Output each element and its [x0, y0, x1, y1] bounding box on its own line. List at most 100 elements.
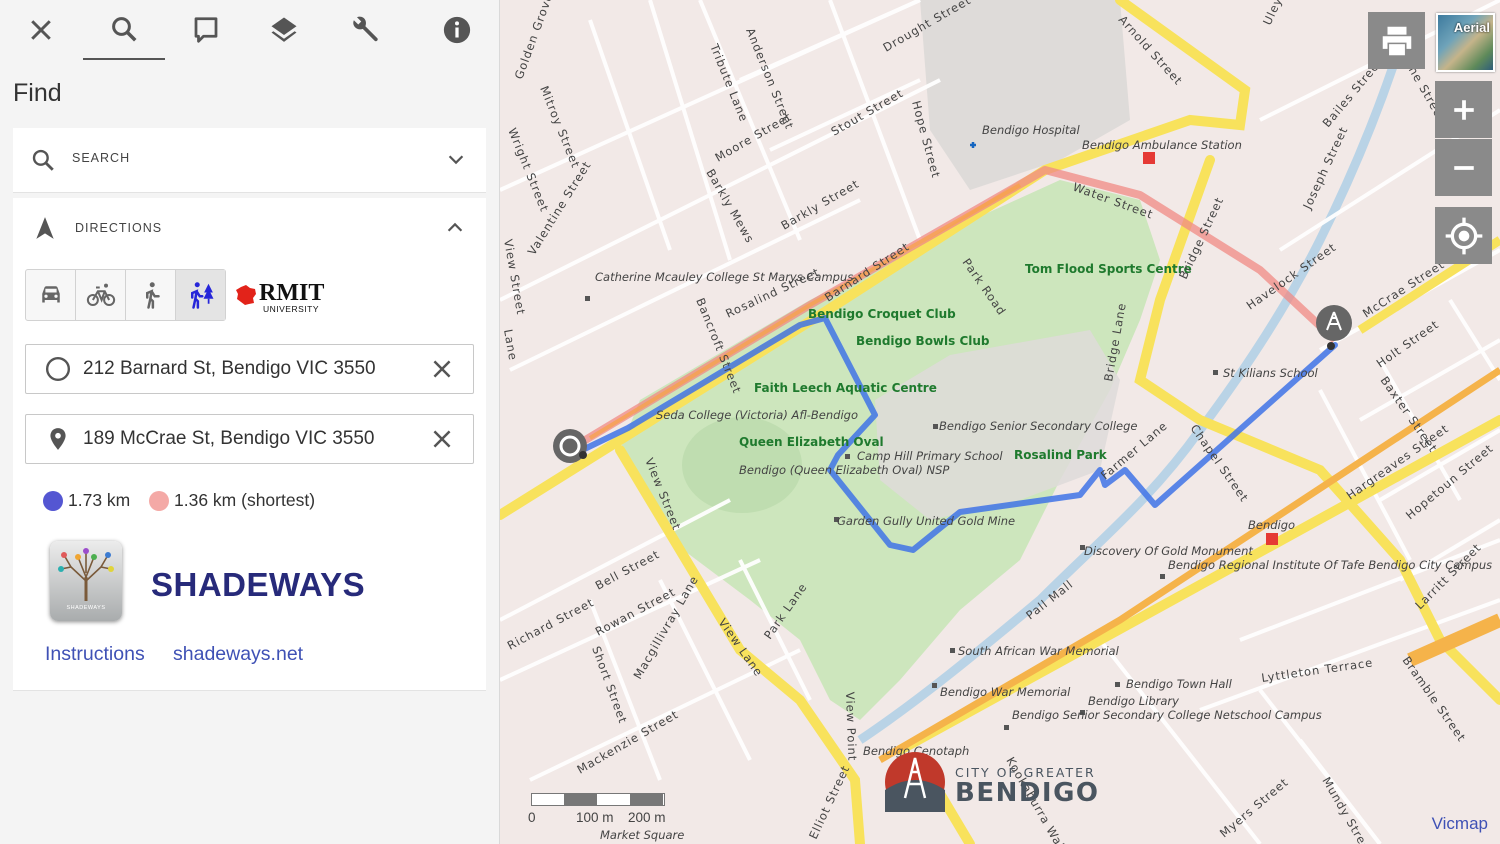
street-label: View Point — [843, 692, 859, 762]
street-label: Uley Street — [1260, 0, 1304, 27]
place-label: South African War Memorial — [958, 644, 1120, 658]
shadeways-logo-icon: SHADEWAYS — [50, 541, 122, 621]
place-label: Faith Leech Aquatic Centre — [754, 381, 937, 395]
scale-label-200: 200 m — [628, 810, 666, 825]
place-label: Discovery Of Gold Monument — [1084, 544, 1253, 558]
wrench-icon — [353, 16, 378, 42]
chevron-down-icon[interactable] — [445, 148, 467, 170]
comment-icon — [194, 17, 218, 43]
rmit-logo-name: RMIT — [259, 280, 325, 306]
side-panel: Find SEARCH DIRECTIONS RMIT UNIVERSITY 2… — [0, 0, 500, 844]
travel-mode-selector — [25, 269, 226, 321]
panel-toolbar — [0, 0, 499, 60]
street-label: Holt Street — [1374, 317, 1442, 370]
place-label: Bendigo Senior Secondary College — [939, 419, 1137, 433]
scale-label-100: 100 m — [576, 810, 614, 825]
origin-input[interactable]: 212 Barnard St, Bendigo VIC 3550 — [25, 344, 474, 394]
shadeways-icon-caption: SHADEWAYS — [66, 605, 106, 611]
origin-marker[interactable] — [553, 429, 587, 463]
mode-shade-walking-button[interactable] — [176, 270, 225, 320]
chevron-up-icon[interactable] — [444, 217, 466, 239]
search-tab-button[interactable] — [83, 0, 165, 60]
clear-origin-icon[interactable] — [429, 356, 455, 382]
route-shortest-swatch — [149, 490, 169, 511]
zoom-in-button[interactable] — [1435, 81, 1492, 138]
map-scale-bar — [531, 793, 665, 806]
place-label: Market Square — [600, 828, 684, 842]
directions-section: DIRECTIONS RMIT UNIVERSITY 212 Barnard S… — [13, 198, 486, 691]
place-label: Bendigo (Queen Elizabeth Oval) NSP — [739, 463, 949, 477]
street-label: Lyttleton Terrace — [1260, 655, 1374, 685]
place-label: Bendigo War Memorial — [940, 685, 1071, 699]
shadeways-wordmark: SHADEWAYS — [151, 566, 366, 603]
search-icon — [112, 17, 137, 42]
place-label: Bendigo Hospital — [982, 123, 1080, 137]
place-label: Seda College (Victoria) Afl-Bendigo — [656, 408, 858, 422]
print-icon — [1382, 26, 1411, 55]
place-label: Rosalind Park — [1014, 448, 1108, 462]
destination-input[interactable]: 189 McCrae St, Bendigo VIC 3550 — [25, 414, 474, 464]
map-attribution-link[interactable]: Vicmap — [1432, 814, 1488, 834]
council-logo-name: BENDIGO — [955, 778, 1100, 808]
bicycle-icon — [86, 283, 115, 306]
aerial-view-toggle[interactable]: Aerial — [1436, 13, 1495, 72]
place-label: St Kilians School — [1223, 366, 1319, 380]
instructions-link[interactable]: Instructions — [45, 643, 145, 666]
city-of-greater-bendigo-logo: CITY OF GREATER BENDIGO — [885, 752, 1100, 812]
directions-section-label: DIRECTIONS — [75, 221, 163, 235]
rmit-logo-sub: UNIVERSITY — [263, 304, 320, 314]
mode-car-button[interactable] — [26, 270, 76, 320]
place-label: Bendigo Bowls Club — [856, 334, 990, 348]
place-label: Bendigo Library — [1088, 694, 1179, 708]
street-label: Bramble Street — [1400, 654, 1469, 745]
street-label: Lane — [501, 328, 520, 362]
tools-button[interactable] — [325, 0, 407, 60]
origin-circle-icon — [45, 356, 71, 382]
zoom-out-button[interactable] — [1435, 139, 1492, 196]
close-button[interactable] — [0, 0, 82, 60]
walking-icon — [145, 282, 160, 309]
map-view[interactable]: Bendigo Hospital Bendigo Ambulance Stati… — [500, 0, 1500, 844]
locate-icon — [1445, 217, 1482, 254]
route-distance-primary: 1.73 km — [43, 490, 130, 511]
print-button[interactable] — [1368, 12, 1425, 69]
place-label: Bendigo Croquet Club — [808, 307, 956, 321]
search-section[interactable]: SEARCH — [13, 128, 486, 193]
street-label: View Lane — [716, 616, 766, 680]
search-icon — [32, 149, 54, 171]
feedback-button[interactable] — [165, 0, 247, 60]
street-label: Tribute Lane — [707, 41, 751, 124]
rmit-logo: RMIT UNIVERSITY — [235, 280, 345, 316]
street-label: Mitroy Street — [537, 84, 583, 170]
clear-destination-icon[interactable] — [429, 426, 455, 452]
aerial-label: Aerial — [1453, 20, 1490, 35]
place-label: Garden Gully United Gold Mine — [837, 514, 1015, 528]
shade-walking-icon — [190, 282, 213, 309]
scale-label-zero: 0 — [528, 810, 536, 825]
hospital-grey-area — [920, 0, 1130, 190]
shadeways-website-link[interactable]: shadeways.net — [173, 643, 303, 666]
destination-value: 189 McCrae St, Bendigo VIC 3550 — [83, 428, 375, 449]
mode-walking-button[interactable] — [126, 270, 176, 320]
locate-me-button[interactable] — [1435, 207, 1492, 264]
route-primary-swatch — [43, 490, 63, 511]
street-label: Mundy Street — [1319, 775, 1376, 844]
zoom-out-icon — [1453, 165, 1474, 170]
layers-button[interactable] — [243, 0, 325, 60]
rmit-pixel-icon — [236, 285, 256, 305]
close-icon — [31, 20, 51, 40]
navigation-arrow-icon — [36, 217, 54, 239]
street-label: Myers Street — [1217, 775, 1291, 840]
street-label: Elliot Street — [806, 763, 852, 841]
route-primary-distance: 1.73 km — [68, 490, 131, 510]
map-canvas[interactable]: Bendigo Hospital Bendigo Ambulance Stati… — [500, 0, 1500, 844]
place-label: Camp Hill Primary School — [857, 449, 1003, 463]
panel-title: Find — [13, 79, 62, 107]
info-button[interactable] — [416, 0, 498, 60]
car-icon — [41, 286, 60, 303]
mode-bicycle-button[interactable] — [76, 270, 126, 320]
place-label: Bendigo — [1248, 518, 1295, 532]
place-label: Bendigo Ambulance Station — [1082, 138, 1242, 152]
route-shortest-distance: 1.36 km (shortest) — [174, 490, 316, 510]
layers-icon — [271, 17, 297, 42]
